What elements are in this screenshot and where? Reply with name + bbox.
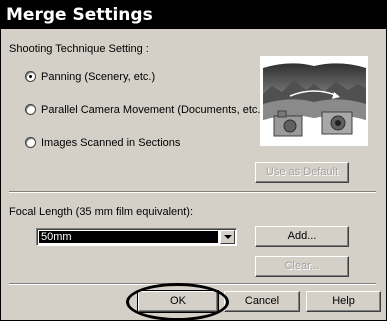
help-button[interactable]: Help xyxy=(306,291,381,312)
radio-panning-label[interactable]: Panning (Scenery, etc.) xyxy=(41,71,155,83)
focal-length-value: 50mm xyxy=(39,231,218,243)
separator xyxy=(9,191,376,193)
focal-length-label: Focal Length (35 mm film equivalent): xyxy=(9,206,194,218)
radio-scanned-sections-label[interactable]: Images Scanned in Sections xyxy=(41,137,180,149)
shooting-technique-label: Shooting Technique Setting : xyxy=(9,43,149,55)
clear-button[interactable]: Clear... xyxy=(255,256,349,277)
focal-length-select[interactable]: 50mm xyxy=(36,228,237,246)
radio-parallel-camera[interactable] xyxy=(25,104,36,115)
panorama-camera-illustration xyxy=(260,56,368,146)
add-button[interactable]: Add... xyxy=(255,226,349,247)
cancel-button[interactable]: Cancel xyxy=(224,291,300,312)
use-as-default-button[interactable]: Use as Default xyxy=(255,162,349,183)
radio-parallel-camera-label[interactable]: Parallel Camera Movement (Documents, etc… xyxy=(41,104,264,116)
radio-panning[interactable] xyxy=(25,71,36,82)
dialog-title: Merge Settings xyxy=(1,1,386,29)
radio-scanned-sections[interactable] xyxy=(25,137,36,148)
merge-settings-dialog: Merge Settings Shooting Technique Settin… xyxy=(0,0,387,321)
radio-selected-dot xyxy=(29,75,32,78)
ok-highlight-circle xyxy=(126,283,229,321)
chevron-down-icon[interactable] xyxy=(220,230,235,244)
